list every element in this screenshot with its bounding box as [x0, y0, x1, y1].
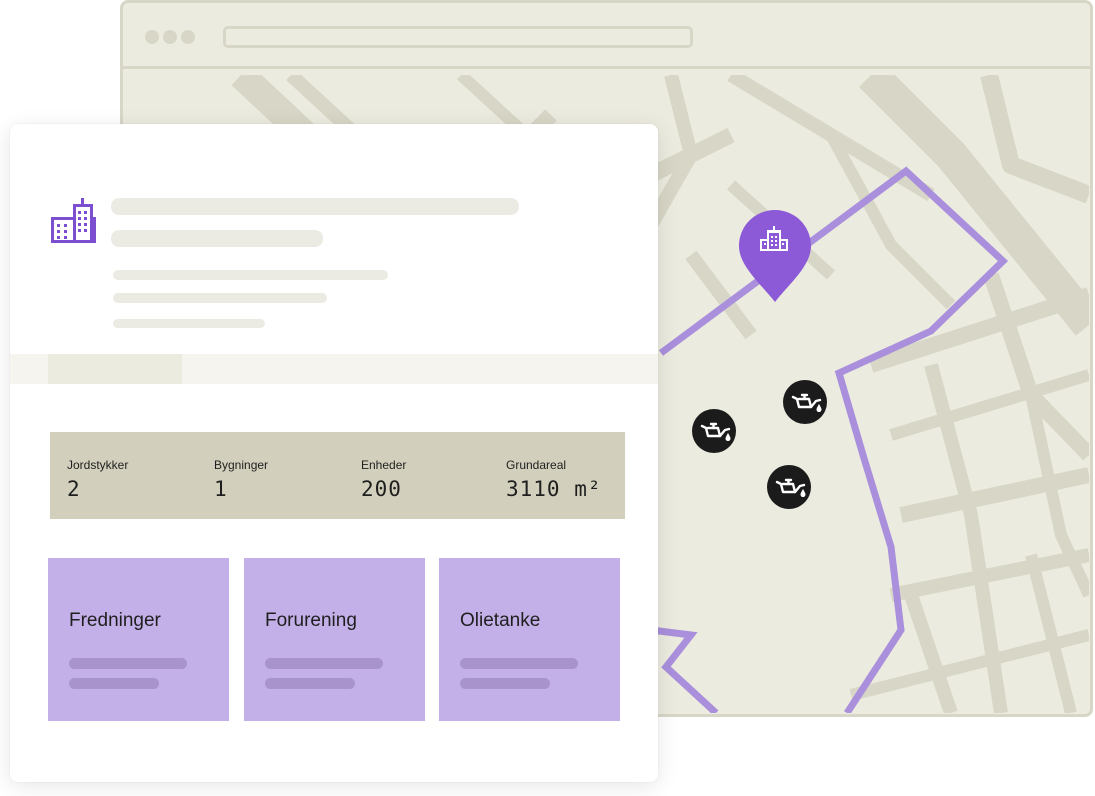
- stat-value: 1: [214, 477, 228, 501]
- stat-label: Bygninger: [214, 458, 269, 472]
- oil-tank-marker[interactable]: [766, 464, 812, 515]
- stat-grundareal: Grundareal 3110 m²: [506, 458, 602, 501]
- stat-value: 2: [67, 477, 81, 501]
- card-text-placeholder: [460, 678, 550, 689]
- stat-value: 200: [361, 477, 402, 501]
- stats-bar: Jordstykker 2 Bygninger 1 Enheder 200 Gr…: [50, 432, 625, 519]
- tab-bar: [10, 354, 658, 384]
- window-control-dot[interactable]: [181, 30, 195, 44]
- stat-enheder: Enheder 200: [361, 458, 406, 501]
- tab-active[interactable]: [48, 354, 182, 384]
- stat-jordstykker: Jordstykker 2: [67, 458, 128, 501]
- card-title: Olietanke: [460, 610, 541, 631]
- stat-label: Jordstykker: [67, 458, 129, 472]
- card-forurening[interactable]: Forurening: [244, 558, 425, 721]
- stat-bygninger: Bygninger 1: [214, 458, 268, 501]
- stat-value: 3110 m²: [506, 477, 602, 501]
- building-icon: [51, 198, 99, 251]
- card-text-placeholder: [69, 678, 159, 689]
- card-olietanke[interactable]: Olietanke: [439, 558, 620, 721]
- oil-can-icon: [692, 409, 736, 453]
- text-line-placeholder: [113, 319, 265, 328]
- card-title: Forurening: [265, 610, 357, 631]
- text-line-placeholder: [113, 293, 327, 303]
- oil-can-icon: [783, 380, 827, 424]
- window-control-dot[interactable]: [145, 30, 159, 44]
- subtitle-placeholder: [111, 230, 323, 247]
- card-fredninger[interactable]: Fredninger: [48, 558, 229, 721]
- browser-toolbar: [123, 3, 1090, 69]
- window-control-dot[interactable]: [163, 30, 177, 44]
- oil-tank-marker[interactable]: [691, 408, 737, 459]
- card-text-placeholder: [69, 658, 187, 669]
- card-title: Fredninger: [69, 610, 161, 631]
- property-location-marker[interactable]: [737, 208, 813, 309]
- text-line-placeholder: [113, 270, 388, 280]
- card-text-placeholder: [460, 658, 578, 669]
- title-placeholder: [111, 198, 519, 215]
- card-text-placeholder: [265, 658, 383, 669]
- address-bar[interactable]: [223, 26, 693, 48]
- map-pin-icon: [739, 210, 811, 302]
- stat-label: Enheder: [361, 458, 407, 472]
- card-text-placeholder: [265, 678, 355, 689]
- property-info-panel: Jordstykker 2 Bygninger 1 Enheder 200 Gr…: [10, 124, 658, 782]
- oil-can-icon: [767, 465, 811, 509]
- stat-label: Grundareal: [506, 458, 567, 472]
- oil-tank-marker[interactable]: [782, 379, 828, 430]
